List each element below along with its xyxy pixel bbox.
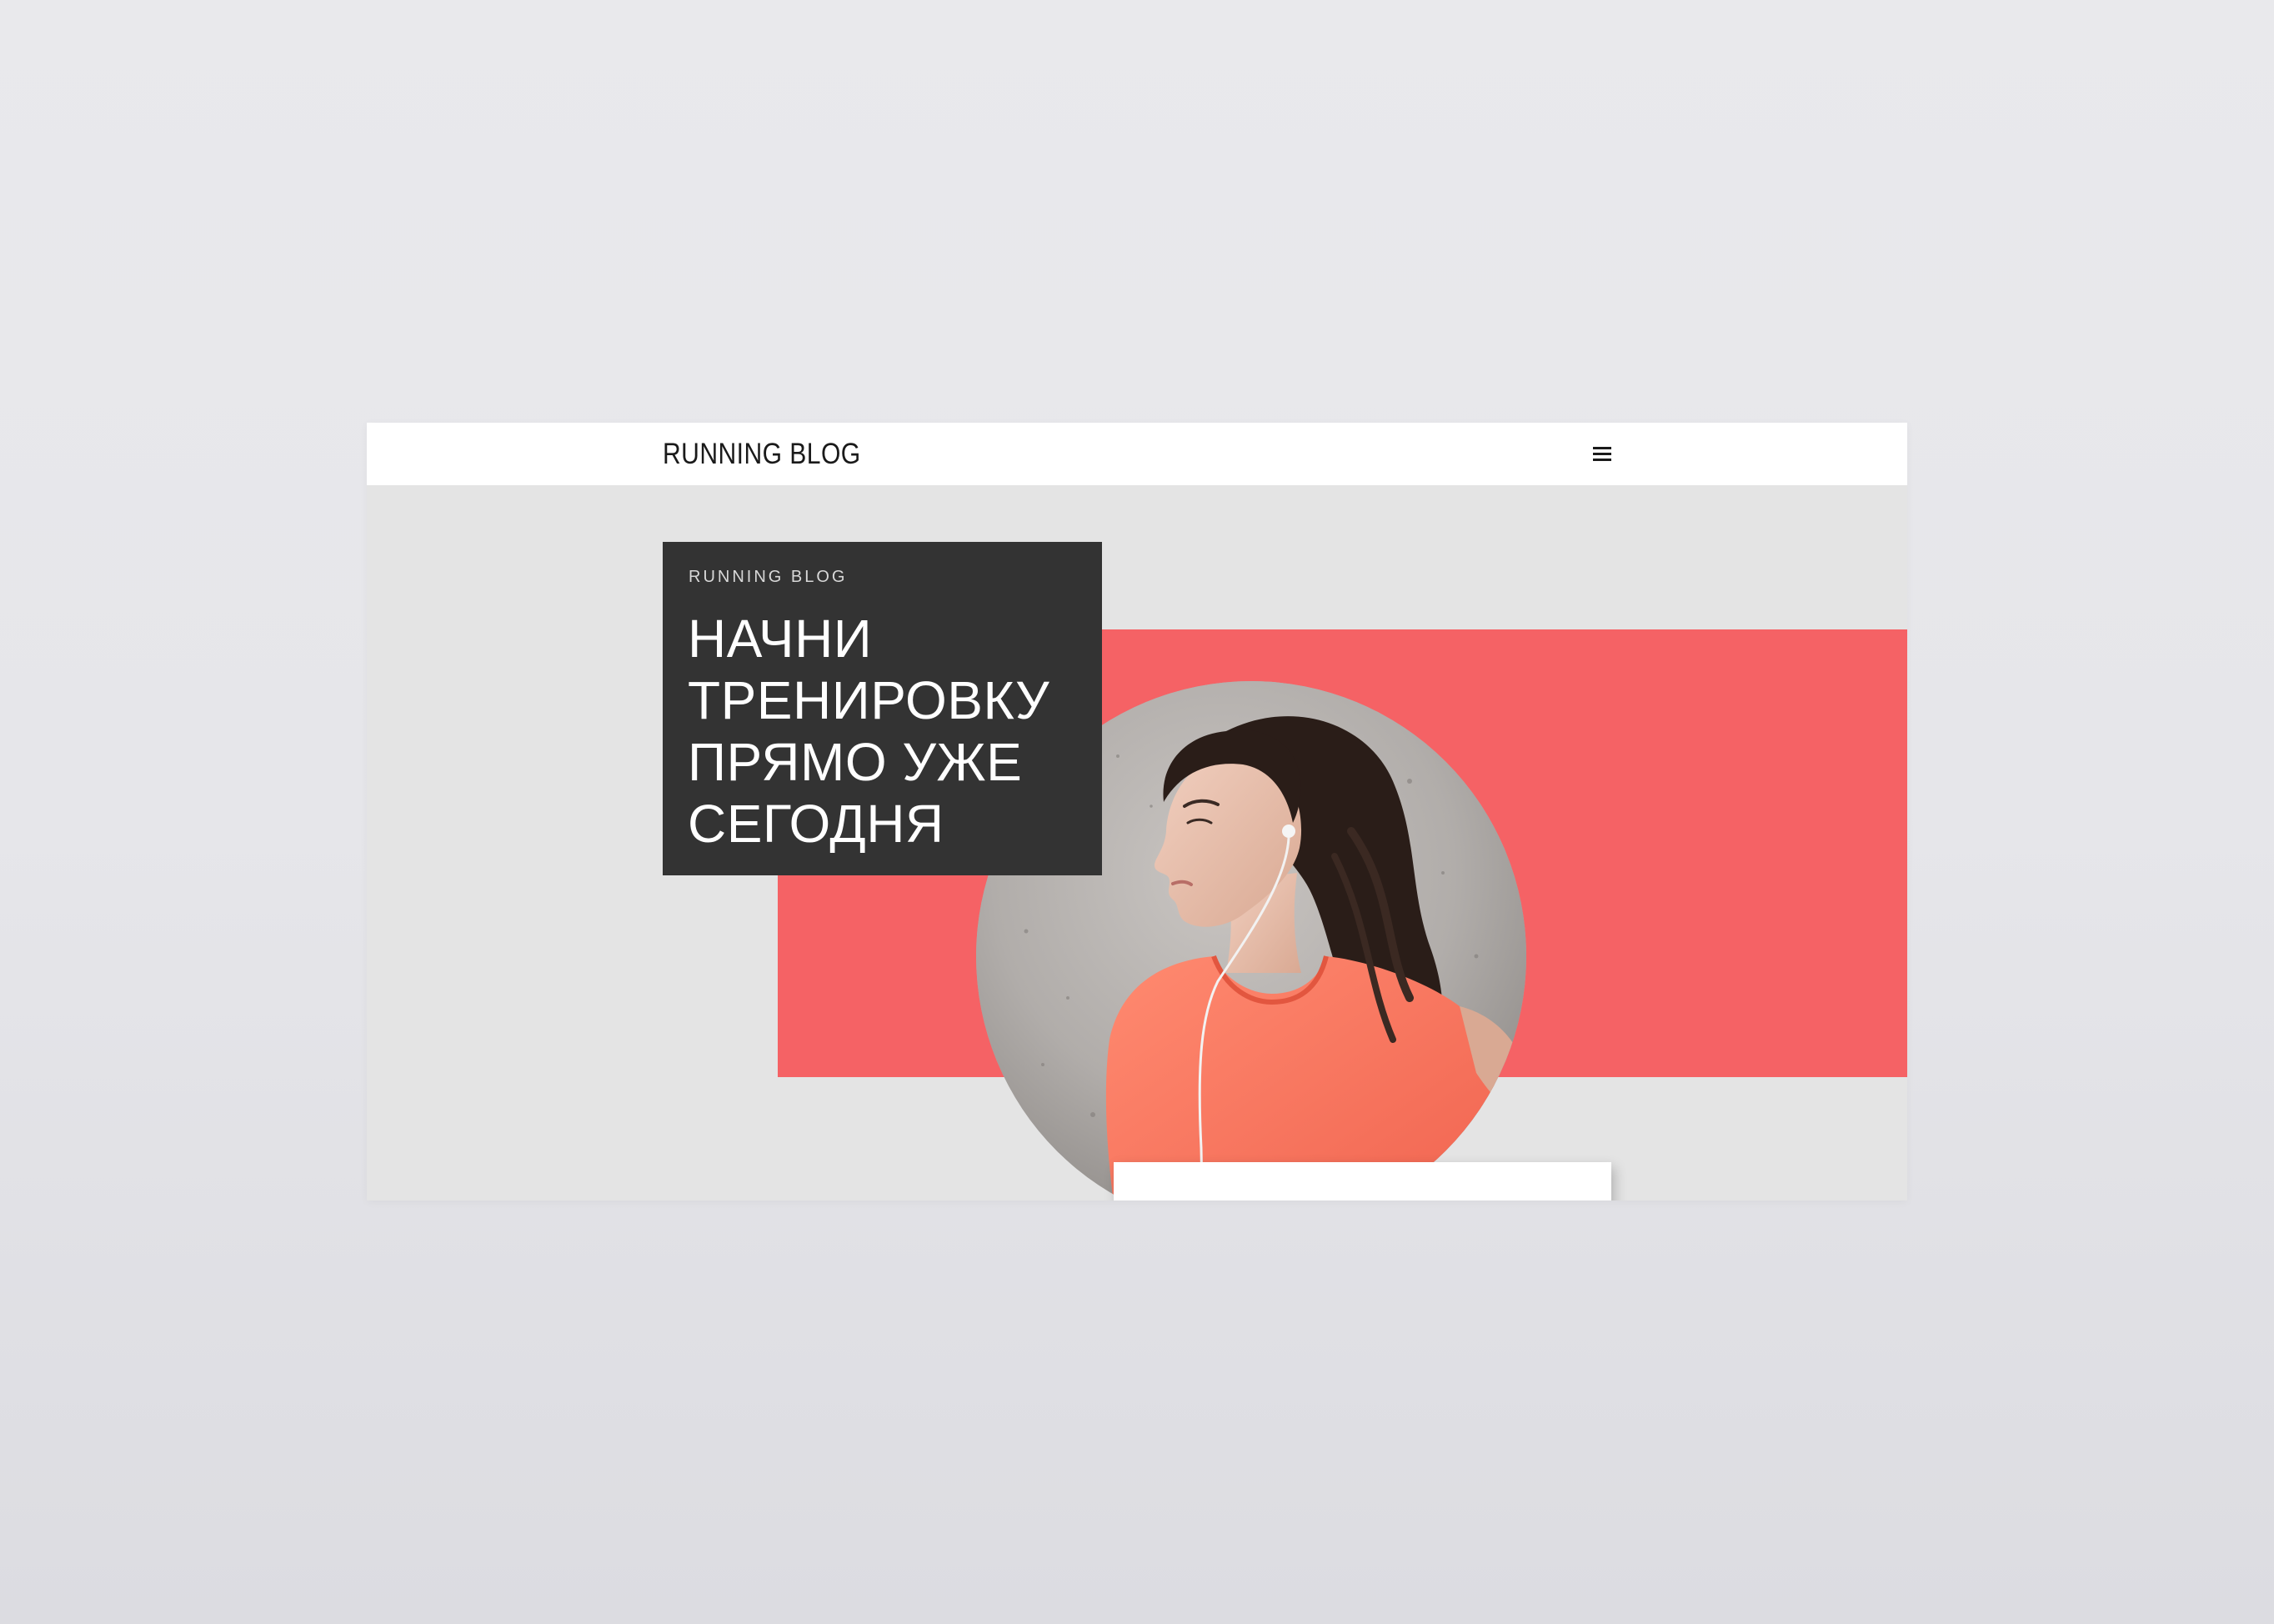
site-logo[interactable]: RUNNING BLOG bbox=[663, 439, 861, 469]
site-header: RUNNING BLOG bbox=[367, 423, 1907, 485]
hamburger-menu-icon bbox=[1593, 447, 1611, 462]
hero-title-card: RUNNING BLOG НАЧНИ ТРЕНИРОВКУ ПРЯМО УЖЕ … bbox=[663, 542, 1102, 875]
website-preview: RUNNING BLOG RUNNING BLOG НАЧНИ ТРЕНИРОВ… bbox=[367, 423, 1907, 1200]
content-card bbox=[1114, 1162, 1611, 1200]
menu-button[interactable] bbox=[1584, 438, 1620, 471]
hero-headline: НАЧНИ ТРЕНИРОВКУ ПРЯМО УЖЕ СЕГОДНЯ bbox=[688, 609, 1050, 854]
hero-kicker: RUNNING BLOG bbox=[689, 568, 848, 586]
